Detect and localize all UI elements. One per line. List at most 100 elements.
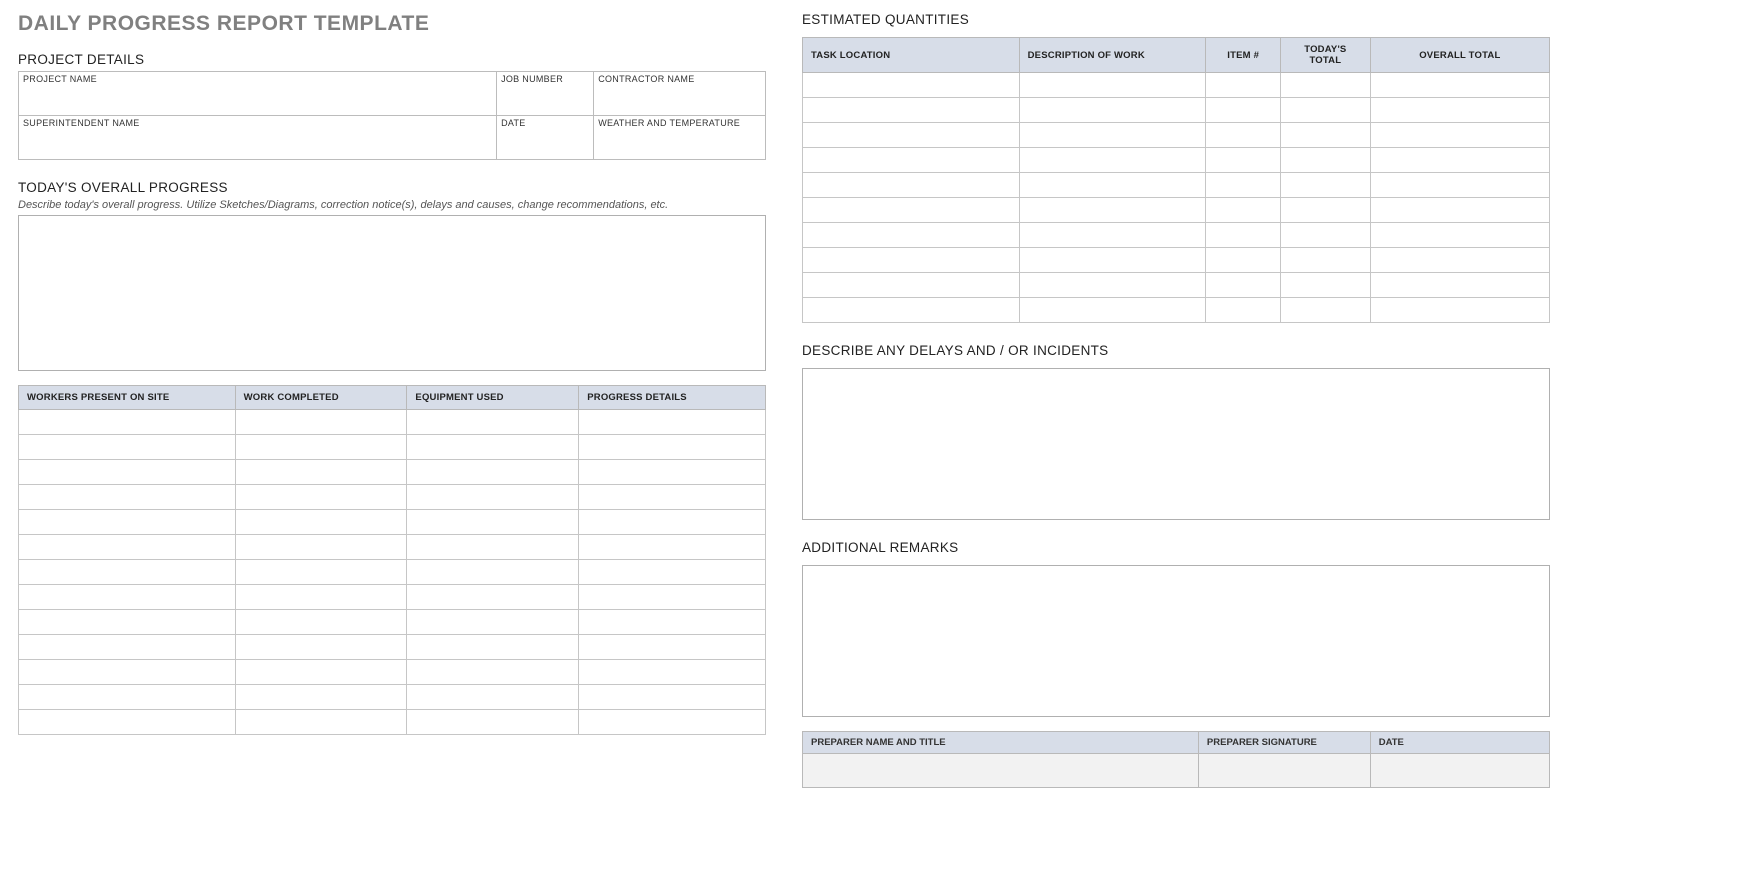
work-table-cell[interactable]: [235, 410, 407, 435]
quantities-table-cell[interactable]: [803, 148, 1020, 173]
quantities-table-cell[interactable]: [1370, 198, 1549, 223]
quantities-table-cell[interactable]: [1019, 198, 1206, 223]
work-table-cell[interactable]: [579, 560, 766, 585]
work-table-cell[interactable]: [19, 685, 236, 710]
work-table-cell[interactable]: [407, 660, 579, 685]
work-table-cell[interactable]: [407, 410, 579, 435]
work-table-cell[interactable]: [407, 610, 579, 635]
work-table-cell[interactable]: [407, 485, 579, 510]
work-table-cell[interactable]: [19, 635, 236, 660]
work-table-cell[interactable]: [407, 560, 579, 585]
quantities-table-cell[interactable]: [1281, 148, 1371, 173]
quantities-table-cell[interactable]: [1281, 173, 1371, 198]
date-field[interactable]: [497, 130, 594, 160]
quantities-table-cell[interactable]: [1281, 248, 1371, 273]
work-table-cell[interactable]: [579, 435, 766, 460]
quantities-table-cell[interactable]: [1281, 198, 1371, 223]
work-table-cell[interactable]: [579, 610, 766, 635]
quantities-table-cell[interactable]: [1370, 123, 1549, 148]
quantities-table-cell[interactable]: [1281, 273, 1371, 298]
work-table-cell[interactable]: [235, 435, 407, 460]
work-table-cell[interactable]: [579, 685, 766, 710]
quantities-table-cell[interactable]: [1206, 73, 1281, 98]
weather-field[interactable]: [594, 130, 766, 160]
work-table-cell[interactable]: [407, 535, 579, 560]
quantities-table-cell[interactable]: [803, 123, 1020, 148]
quantities-table-cell[interactable]: [803, 273, 1020, 298]
work-table-cell[interactable]: [19, 660, 236, 685]
quantities-table-cell[interactable]: [1281, 298, 1371, 323]
work-table-cell[interactable]: [579, 485, 766, 510]
work-table-cell[interactable]: [407, 585, 579, 610]
quantities-table-cell[interactable]: [1206, 98, 1281, 123]
quantities-table-cell[interactable]: [1370, 223, 1549, 248]
quantities-table-cell[interactable]: [1206, 173, 1281, 198]
work-table-cell[interactable]: [235, 510, 407, 535]
quantities-table-cell[interactable]: [1019, 123, 1206, 148]
quantities-table-cell[interactable]: [803, 223, 1020, 248]
quantities-table-cell[interactable]: [1206, 123, 1281, 148]
quantities-table-cell[interactable]: [1281, 98, 1371, 123]
work-table-cell[interactable]: [19, 585, 236, 610]
work-table-cell[interactable]: [579, 460, 766, 485]
work-table-cell[interactable]: [407, 635, 579, 660]
quantities-table-cell[interactable]: [1206, 148, 1281, 173]
work-table-cell[interactable]: [235, 635, 407, 660]
work-table-cell[interactable]: [19, 710, 236, 735]
quantities-table-cell[interactable]: [1019, 248, 1206, 273]
quantities-table-cell[interactable]: [1281, 223, 1371, 248]
quantities-table-cell[interactable]: [803, 73, 1020, 98]
progress-textbox[interactable]: [18, 215, 766, 371]
work-table-cell[interactable]: [19, 460, 236, 485]
quantities-table-cell[interactable]: [1370, 148, 1549, 173]
job-number-field[interactable]: [497, 86, 594, 116]
preparer-cell[interactable]: [803, 754, 1199, 788]
quantities-table-cell[interactable]: [1206, 223, 1281, 248]
quantities-table-cell[interactable]: [1281, 73, 1371, 98]
superintendent-name-field[interactable]: [19, 130, 497, 160]
quantities-table-cell[interactable]: [1206, 273, 1281, 298]
work-table-cell[interactable]: [579, 410, 766, 435]
work-table-cell[interactable]: [579, 535, 766, 560]
quantities-table-cell[interactable]: [1019, 273, 1206, 298]
work-table-cell[interactable]: [235, 660, 407, 685]
preparer-cell[interactable]: [1370, 754, 1549, 788]
preparer-cell[interactable]: [1198, 754, 1370, 788]
work-table-cell[interactable]: [235, 610, 407, 635]
work-table-cell[interactable]: [235, 535, 407, 560]
work-table-cell[interactable]: [407, 685, 579, 710]
work-table-cell[interactable]: [19, 510, 236, 535]
work-table-cell[interactable]: [19, 485, 236, 510]
quantities-table-cell[interactable]: [803, 298, 1020, 323]
quantities-table-cell[interactable]: [1206, 298, 1281, 323]
work-table-cell[interactable]: [407, 710, 579, 735]
quantities-table-cell[interactable]: [803, 198, 1020, 223]
work-table-cell[interactable]: [19, 410, 236, 435]
contractor-name-field[interactable]: [594, 86, 766, 116]
quantities-table-cell[interactable]: [1019, 223, 1206, 248]
quantities-table-cell[interactable]: [1019, 173, 1206, 198]
work-table-cell[interactable]: [19, 435, 236, 460]
quantities-table-cell[interactable]: [1019, 73, 1206, 98]
quantities-table-cell[interactable]: [1370, 248, 1549, 273]
quantities-table-cell[interactable]: [803, 173, 1020, 198]
quantities-table-cell[interactable]: [1370, 298, 1549, 323]
quantities-table-cell[interactable]: [1370, 98, 1549, 123]
quantities-table-cell[interactable]: [1019, 298, 1206, 323]
work-table-cell[interactable]: [235, 685, 407, 710]
work-table-cell[interactable]: [235, 560, 407, 585]
work-table-cell[interactable]: [579, 710, 766, 735]
quantities-table-cell[interactable]: [803, 248, 1020, 273]
quantities-table-cell[interactable]: [803, 98, 1020, 123]
project-name-field[interactable]: [19, 86, 497, 116]
work-table-cell[interactable]: [235, 585, 407, 610]
work-table-cell[interactable]: [235, 710, 407, 735]
work-table-cell[interactable]: [19, 610, 236, 635]
quantities-table-cell[interactable]: [1281, 123, 1371, 148]
work-table-cell[interactable]: [19, 560, 236, 585]
quantities-table-cell[interactable]: [1206, 248, 1281, 273]
quantities-table-cell[interactable]: [1370, 273, 1549, 298]
work-table-cell[interactable]: [19, 535, 236, 560]
work-table-cell[interactable]: [407, 435, 579, 460]
quantities-table-cell[interactable]: [1370, 173, 1549, 198]
